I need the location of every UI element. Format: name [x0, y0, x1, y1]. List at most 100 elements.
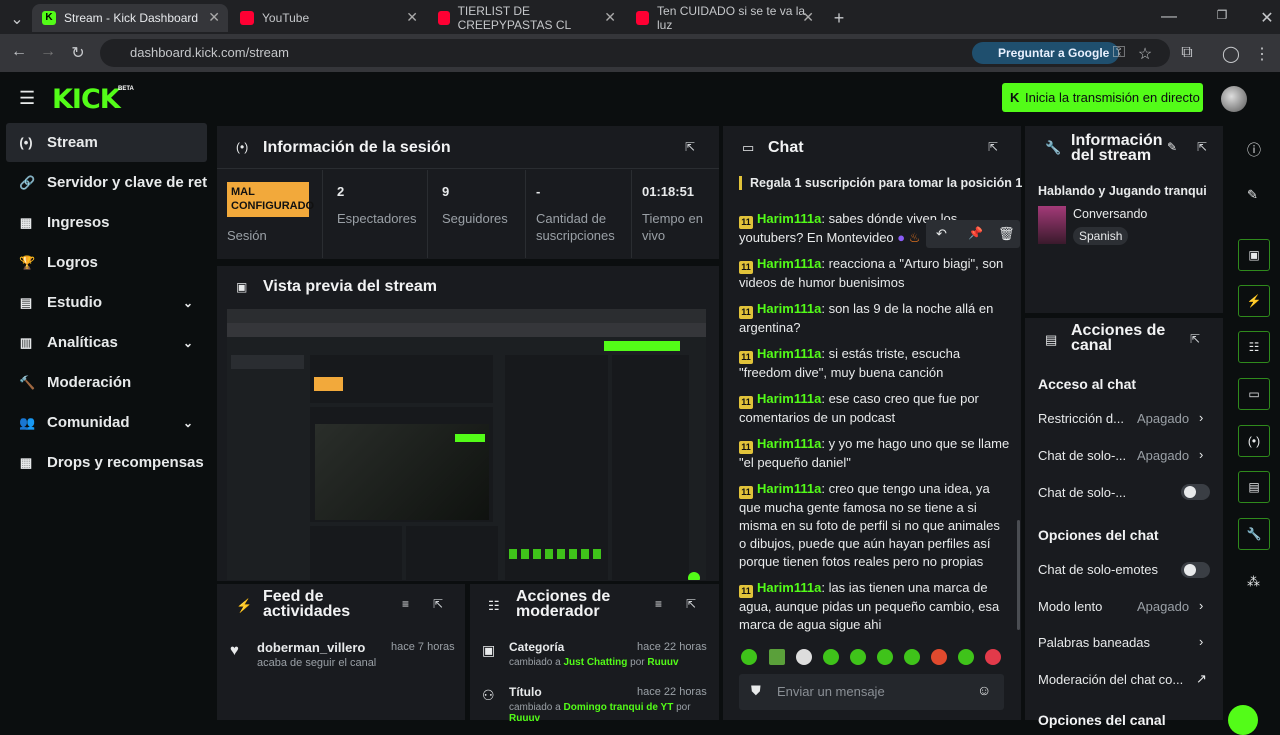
edit-pencil-icon[interactable]: ✎: [1167, 140, 1177, 154]
chat-scrollbar[interactable]: [1017, 520, 1020, 630]
chat-username[interactable]: Harim111a: [757, 580, 821, 595]
sidebar-item-analytics[interactable]: ▥ Analíticas ⌄: [6, 323, 207, 362]
panel-toggle-chat[interactable]: ▭: [1238, 378, 1270, 410]
info-icon[interactable]: ⓘ: [1247, 140, 1261, 160]
kick-logo[interactable]: KICK: [52, 84, 121, 115]
restore-icon[interactable]: ❐: [1213, 8, 1231, 22]
minimize-icon[interactable]: —: [1160, 8, 1178, 26]
chat-username[interactable]: Harim111a: [757, 436, 821, 451]
panel-toggle-session[interactable]: (•): [1238, 425, 1270, 457]
reload-icon[interactable]: ↻: [69, 43, 87, 63]
pin-icon[interactable]: 📌: [968, 226, 983, 240]
expand-icon[interactable]: ⇱: [1190, 332, 1200, 346]
chat-username[interactable]: Harim111a: [757, 346, 821, 361]
emote-icon[interactable]: [931, 649, 947, 665]
back-icon[interactable]: ←: [10, 43, 28, 61]
bookmark-star-icon[interactable]: ☆: [1136, 44, 1154, 64]
category-thumbnail[interactable]: [1038, 206, 1066, 244]
reply-icon[interactable]: ↶: [936, 226, 947, 242]
floating-action-button[interactable]: [1228, 705, 1258, 735]
sidebar-item-server-key[interactable]: 🔗 Servidor y clave de retrans: [6, 163, 207, 202]
emoji-icon[interactable]: ☺: [977, 682, 991, 698]
chat-username[interactable]: Harim111a: [757, 481, 821, 496]
chat-message[interactable]: 11 Harim111a: son las 9 de la noche allá …: [739, 300, 1014, 337]
chat-followers-only-label[interactable]: Chat de solo-...: [1038, 448, 1126, 463]
chat-message[interactable]: 11 Harim111a: reacciona a "Arturo biagi",…: [739, 255, 1014, 292]
profile-icon[interactable]: ◯: [1222, 44, 1240, 64]
external-link-icon[interactable]: ↗: [1196, 671, 1207, 687]
ask-google-button[interactable]: Preguntar a Google: [972, 42, 1120, 64]
forward-icon[interactable]: →: [39, 43, 57, 61]
panel-toggle-stream-info[interactable]: 🔧: [1238, 518, 1270, 550]
banned-words-label[interactable]: Palabras baneadas: [1038, 635, 1150, 650]
chat-message[interactable]: 11 Harim111a: ese caso creo que fue por c…: [739, 390, 1014, 427]
sidebar-item-achievements[interactable]: 🏆 Logros: [6, 243, 207, 282]
user-avatar[interactable]: [1221, 86, 1247, 112]
chevron-right-icon[interactable]: ›: [1199, 598, 1203, 613]
expand-icon[interactable]: ⇱: [433, 597, 443, 611]
expand-icon[interactable]: ⇱: [685, 140, 695, 154]
chat-message[interactable]: 11 Harim111a: creo que tengo una idea, ya…: [739, 480, 1009, 571]
chat-username[interactable]: Harim111a: [757, 301, 821, 316]
close-tab-icon[interactable]: ✕: [208, 9, 220, 26]
edit-layout-icon[interactable]: ✎: [1247, 187, 1258, 203]
menu-dots-icon[interactable]: ⋮: [1253, 44, 1271, 64]
detail-user[interactable]: Ruuuv: [647, 657, 678, 668]
hamburger-menu-icon[interactable]: ☰: [19, 88, 35, 109]
panel-toggle-mod-actions[interactable]: ☷: [1238, 331, 1270, 363]
chat-username[interactable]: Harim111a: [757, 211, 821, 226]
new-tab-icon[interactable]: +: [830, 8, 848, 29]
sidebar-item-community[interactable]: 👥 Comunidad ⌄: [6, 403, 207, 442]
emote-icon[interactable]: [904, 649, 920, 665]
sidebar-item-income[interactable]: ▦ Ingresos: [6, 203, 207, 242]
panel-toggle-channel-actions[interactable]: ▤: [1238, 471, 1270, 503]
emote-icon[interactable]: [877, 649, 893, 665]
sidebar-item-studio[interactable]: ▤ Estudio ⌄: [6, 283, 207, 322]
emote-only-toggle[interactable]: [1181, 562, 1210, 578]
chevron-right-icon[interactable]: ›: [1199, 634, 1203, 649]
expand-icon[interactable]: ⇱: [686, 597, 696, 611]
close-tab-icon[interactable]: ✕: [406, 9, 418, 26]
extensions-icon[interactable]: ⧉: [1178, 44, 1196, 62]
emote-icon[interactable]: [850, 649, 866, 665]
close-tab-icon[interactable]: ✕: [802, 9, 814, 26]
emote-icon[interactable]: [985, 649, 1001, 665]
activity-user[interactable]: doberman_villero: [257, 640, 365, 655]
tab-tierlist[interactable]: TIERLIST DE CREEPYPASTAS CL ✕: [428, 4, 624, 32]
sidebar-item-moderation[interactable]: 🔨 Moderación: [6, 363, 207, 402]
go-live-button[interactable]: K Inicia la transmisión en directo: [1002, 83, 1203, 112]
emote-icon[interactable]: [796, 649, 812, 665]
close-window-icon[interactable]: ✕: [1258, 8, 1276, 28]
delete-icon[interactable]: 🗑: [998, 226, 1015, 242]
stream-category[interactable]: Conversando: [1073, 207, 1147, 221]
panel-toggle-activity[interactable]: ⚡: [1238, 285, 1270, 317]
chevron-right-icon[interactable]: ›: [1199, 447, 1203, 462]
tab-kick-dashboard[interactable]: K Stream - Kick Dashboard ✕: [32, 4, 228, 32]
tab-youtube[interactable]: YouTube ✕: [230, 4, 426, 32]
chevron-right-icon[interactable]: ›: [1199, 410, 1203, 425]
subs-only-toggle[interactable]: [1181, 484, 1210, 500]
chat-message[interactable]: 11 Harim111a: si estás triste, escucha "f…: [739, 345, 1014, 382]
chat-username[interactable]: Harim111a: [757, 256, 821, 271]
chat-username[interactable]: Harim111a: [757, 391, 821, 406]
filter-icon[interactable]: ≡: [402, 597, 409, 611]
emote-icon[interactable]: [769, 649, 785, 665]
password-key-icon[interactable]: ⚿: [1110, 44, 1128, 62]
sidebar-item-stream[interactable]: (•) Stream: [6, 123, 207, 162]
filter-icon[interactable]: ≡: [655, 597, 662, 611]
emote-icon[interactable]: [958, 649, 974, 665]
close-tab-icon[interactable]: ✕: [604, 9, 616, 26]
tab-search-icon[interactable]: ⌄: [8, 9, 26, 29]
emote-icon[interactable]: [741, 649, 757, 665]
tab-ten-cuidado[interactable]: Ten CUIDADO si se te va la luz ✕: [626, 4, 822, 32]
chat-restriction-label[interactable]: Restricción d...: [1038, 411, 1124, 426]
chat-message[interactable]: 11 Harim111a: las ias tienen una marca de…: [739, 579, 1014, 634]
expand-icon[interactable]: ⇱: [988, 140, 998, 154]
chat-moderation-label[interactable]: Moderación del chat co...: [1038, 672, 1183, 687]
integrations-icon[interactable]: ⁂: [1247, 574, 1260, 590]
expand-icon[interactable]: ⇱: [1197, 140, 1207, 154]
detail-user[interactable]: Ruuuv: [509, 713, 540, 724]
chat-message[interactable]: 11 Harim111a: y yo me hago uno que se lla…: [739, 435, 1014, 472]
slow-mode-label[interactable]: Modo lento: [1038, 599, 1102, 614]
emote-icon[interactable]: [823, 649, 839, 665]
